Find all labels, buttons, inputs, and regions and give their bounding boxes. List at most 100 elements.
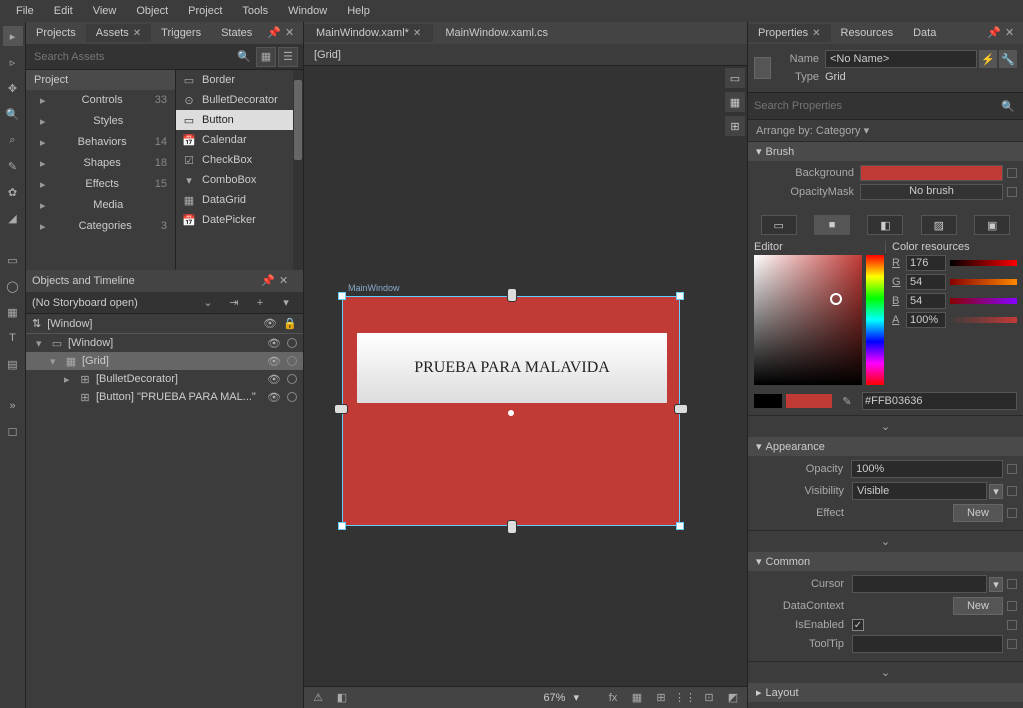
text-tool[interactable]: T [3,328,23,348]
scrollbar[interactable] [293,70,303,270]
asset-bulletdecorator[interactable]: ⊙BulletDecorator [176,90,303,110]
search-properties-input[interactable] [752,96,997,116]
margin-toggle[interactable]: ⊞ [725,116,745,136]
category-media[interactable]: ▸Media [26,195,175,216]
asset-tool[interactable]: » [3,396,23,416]
pin-icon[interactable]: 📌 [987,26,1001,40]
warning-icon[interactable]: ⚠ [310,690,326,706]
marker-icon[interactable] [1007,187,1017,197]
visibility-select[interactable]: Visible [852,482,987,500]
tooltip-input[interactable] [852,635,1003,653]
hue-slider[interactable] [866,255,884,385]
pin-icon[interactable]: 📌 [267,26,281,40]
center-handle[interactable] [508,410,514,416]
brush-row-background[interactable]: Background [754,165,1017,181]
tree-row[interactable]: ▾▭[Window]👁 [26,334,303,352]
cursor-select[interactable] [852,575,987,593]
doc-tab[interactable]: MainWindow.xaml*✕ [304,24,433,42]
control-tool[interactable]: ☐ [3,422,23,442]
gradient-tab[interactable]: ◧ [867,215,903,235]
rectangle-tool[interactable]: ▭ [3,250,23,270]
record-icon[interactable] [287,356,297,366]
close-icon[interactable]: ✕ [133,28,141,39]
category-shapes[interactable]: ▸Shapes18 [26,153,175,174]
snappoint-icon[interactable]: ⊡ [701,690,717,706]
camera-tool[interactable]: ⌕ [3,130,23,150]
tab-states[interactable]: States [211,24,262,42]
grid-toggle[interactable]: ▦ [725,92,745,112]
color-cursor[interactable] [830,293,842,305]
marker-icon[interactable] [1007,620,1017,630]
search-icon[interactable]: 🔍 [998,96,1018,116]
snap-toggle[interactable]: ▭ [725,68,745,88]
grid-icon[interactable]: ▦ [629,690,645,706]
tree-row[interactable]: ▾▦[Grid]👁 [26,352,303,370]
resize-handle[interactable] [674,404,688,414]
resize-handle[interactable] [676,292,684,300]
resize-handle[interactable] [507,520,517,534]
info-icon[interactable]: ◧ [334,690,350,706]
marker-icon[interactable] [1007,601,1017,611]
tab-resources[interactable]: Resources [831,24,904,42]
resize-handle[interactable] [338,522,346,530]
zoom-dropdown-icon[interactable]: ▾ [573,691,579,704]
zoom-value[interactable]: 67% [543,692,565,704]
resize-handle[interactable] [338,292,346,300]
search-assets-input[interactable] [30,47,233,67]
updown-icon[interactable]: ⇅ [32,317,41,330]
menu-tools[interactable]: Tools [232,2,278,20]
category-behaviors[interactable]: ▸Behaviors14 [26,132,175,153]
tab-projects[interactable]: Projects [26,24,86,42]
tree-row[interactable]: ▸⊞[BulletDecorator]👁 [26,370,303,388]
grid-tool[interactable]: ▦ [3,302,23,322]
asset-border[interactable]: ▭Border [176,70,303,90]
marker-icon[interactable] [1007,168,1017,178]
r-input[interactable] [906,255,946,271]
ellipse-tool[interactable]: ◯ [3,276,23,296]
eye-icon[interactable]: 👁 [267,355,281,368]
category-project[interactable]: Project [26,70,175,90]
add-icon[interactable]: + [250,293,270,313]
menu-file[interactable]: File [6,2,44,20]
resize-handle[interactable] [507,288,517,302]
goto-icon[interactable]: ⇥ [224,293,244,313]
tab-properties[interactable]: Properties✕ [748,24,831,42]
pan-tool[interactable]: ✥ [3,78,23,98]
tree-row[interactable]: ⊞[Button] "PRUEBA PARA MAL..."👁 [26,388,303,406]
resize-handle[interactable] [676,522,684,530]
close-icon[interactable]: ✕ [279,274,293,288]
paint-tool[interactable]: ✿ [3,182,23,202]
record-icon[interactable] [287,392,297,402]
marker-icon[interactable] [1007,639,1017,649]
brush-section-header[interactable]: ▾ Brush [748,142,1023,161]
eye-icon[interactable]: 👁 [263,317,277,330]
eye-icon[interactable]: 👁 [267,391,281,404]
expand-chevron[interactable]: ⌄ [748,415,1023,437]
common-section-header[interactable]: ▾ Common [748,552,1023,571]
doc-tab[interactable]: MainWindow.xaml.cs [433,24,560,42]
category-categories[interactable]: ▸Categories3 [26,216,175,237]
resource-tab[interactable]: ▣ [974,215,1010,235]
layout-tool[interactable]: ▤ [3,354,23,374]
category-controls[interactable]: ▸Controls33 [26,90,175,111]
isenabled-checkbox[interactable] [852,619,864,631]
opacity-input[interactable] [851,460,1003,478]
fx-icon[interactable]: fx [605,690,621,706]
canvas[interactable]: ▭ ▦ ⊞ MainWindow PRUEBA PARA MALAVIDA [304,66,747,686]
asset-calendar[interactable]: 📅Calendar [176,130,303,150]
g-input[interactable] [906,274,946,290]
wrench-icon[interactable]: 🔧 [999,50,1017,68]
menu-object[interactable]: Object [126,2,178,20]
no-brush-tab[interactable]: ▭ [761,215,797,235]
resize-handle[interactable] [334,404,348,414]
expand-chevron[interactable]: ⌄ [748,530,1023,552]
name-input[interactable] [825,50,977,68]
menu-view[interactable]: View [83,2,127,20]
close-icon[interactable]: ✕ [812,28,820,39]
grid-view-icon[interactable]: ▦ [256,47,276,67]
solid-tab[interactable]: ■ [814,215,850,235]
asset-datagrid[interactable]: ▦DataGrid [176,190,303,210]
record-icon[interactable] [287,338,297,348]
menu-icon[interactable]: ▾ [276,293,296,313]
tab-data[interactable]: Data [903,24,946,42]
